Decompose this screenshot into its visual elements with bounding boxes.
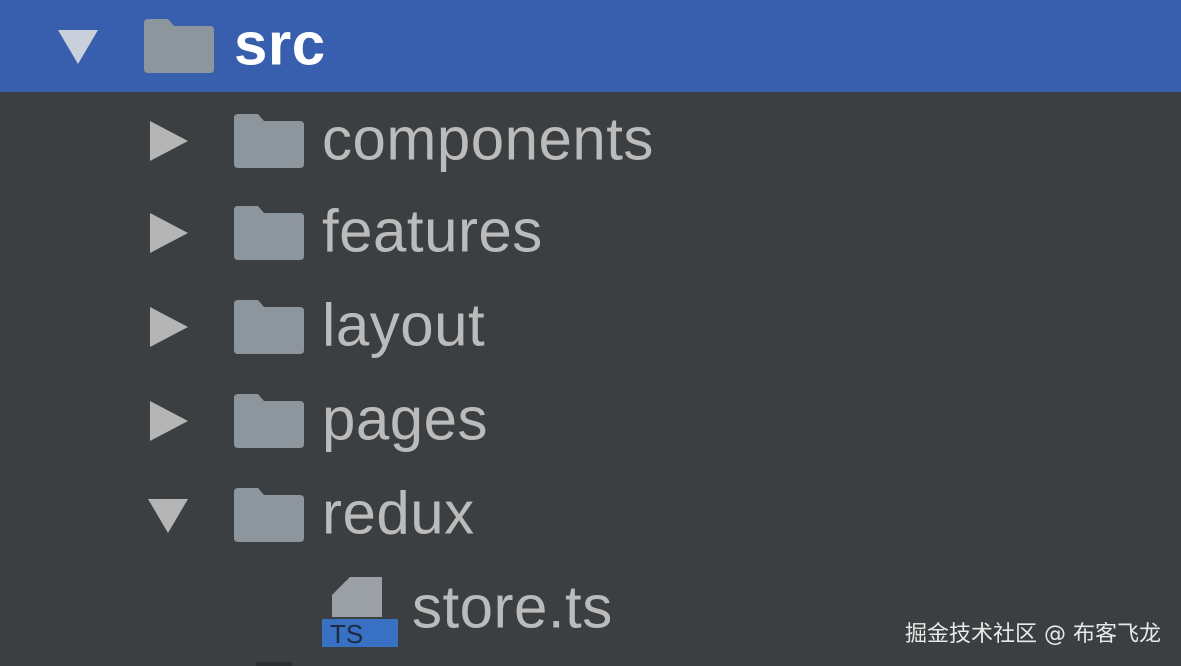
chevron-right-icon[interactable] — [146, 305, 190, 349]
tree-node-label: pages — [322, 385, 488, 453]
folder-icon — [234, 300, 304, 354]
chevron-right-icon[interactable] — [146, 211, 190, 255]
tree-node-label: components — [322, 105, 654, 173]
chevron-right-icon[interactable] — [146, 119, 190, 163]
tree-node-components[interactable]: components — [0, 94, 1181, 188]
tree-node-features[interactable]: features — [0, 186, 1181, 280]
tree-node-redux[interactable]: redux — [0, 468, 1181, 562]
tree-node-label: src — [234, 10, 326, 78]
folder-icon — [234, 114, 304, 168]
next-row-fragment — [256, 662, 292, 666]
svg-text:TS: TS — [330, 619, 363, 649]
chevron-down-icon[interactable] — [146, 493, 190, 537]
tree-node-label: store.ts — [412, 573, 613, 641]
tree-node-layout[interactable]: layout — [0, 280, 1181, 374]
typescript-file-icon: TS — [322, 569, 398, 649]
folder-icon — [144, 19, 214, 73]
tree-node-label: layout — [322, 291, 486, 359]
watermark: 掘金技术社区 @ 布客飞龙 — [905, 622, 1161, 647]
project-tree: src components features layout pages red… — [0, 0, 1181, 666]
folder-icon — [234, 488, 304, 542]
chevron-down-icon[interactable] — [56, 24, 100, 68]
tree-node-label: features — [322, 197, 543, 265]
tree-node-src[interactable]: src — [0, 0, 1181, 92]
tree-node-pages[interactable]: pages — [0, 374, 1181, 468]
folder-icon — [234, 206, 304, 260]
folder-icon — [234, 394, 304, 448]
chevron-right-icon[interactable] — [146, 399, 190, 443]
tree-node-label: redux — [322, 479, 475, 547]
